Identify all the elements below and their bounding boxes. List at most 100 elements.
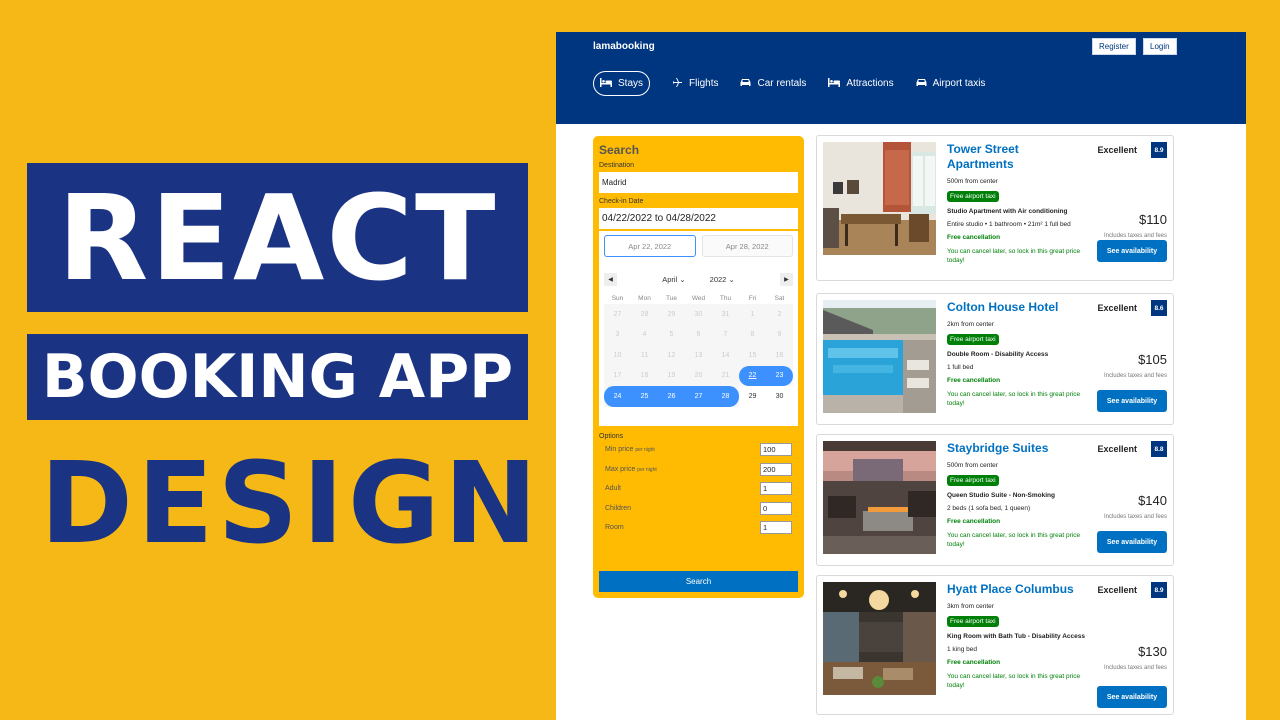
calendar-day[interactable]: 27 — [685, 386, 712, 407]
card-body: Tower Street Apartments 500m from center… — [947, 142, 1087, 265]
calendar-day[interactable]: 28 — [712, 386, 739, 407]
children-input[interactable]: 0 — [760, 501, 792, 515]
room-subtitle: King Room with Bath Tub - Disability Acc… — [947, 633, 1085, 640]
card-body: Staybridge Suites 500m from center Free … — [947, 441, 1087, 549]
calendar-day[interactable]: 28 — [631, 304, 658, 325]
calendar-day[interactable]: 14 — [712, 345, 739, 366]
price: $110 — [1139, 212, 1167, 227]
room-subtitle: Double Room - Disability Access — [947, 351, 1049, 358]
calendar-day[interactable]: 31 — [712, 304, 739, 325]
option-label: Room — [605, 524, 624, 532]
calendar-day[interactable]: 7 — [712, 325, 739, 346]
taxi-badge: Free airport taxi — [947, 616, 999, 627]
rating-score: 8.9 — [1151, 582, 1167, 598]
option-max-price: Max price per night 200 — [599, 460, 798, 480]
register-button[interactable]: Register — [1092, 38, 1136, 55]
see-availability-button[interactable]: See availability — [1097, 686, 1167, 708]
calendar-day[interactable]: 11 — [631, 345, 658, 366]
hotel-photo[interactable] — [823, 142, 936, 255]
range-end-field[interactable]: Apr 28, 2022 — [701, 235, 793, 257]
room-subtitle: Studio Apartment with Air conditioning — [947, 208, 1068, 215]
calendar-day[interactable]: 24 — [604, 386, 631, 407]
calendar-day[interactable]: 30 — [766, 386, 793, 407]
calendar-day[interactable]: 10 — [604, 345, 631, 366]
see-availability-button[interactable]: See availability — [1097, 390, 1167, 412]
calendar-day[interactable]: 29 — [739, 386, 766, 407]
calendar-day[interactable]: 4 — [631, 325, 658, 346]
nav-item-flights[interactable]: Flights — [672, 71, 718, 96]
calendar-day[interactable]: 8 — [739, 325, 766, 346]
calendar-day[interactable]: 6 — [685, 325, 712, 346]
tax-note: Includes taxes and fees — [1103, 373, 1167, 379]
banner-design: DESIGN — [40, 439, 542, 569]
taxi-badge: Free airport taxi — [947, 191, 999, 202]
calendar-day[interactable]: 18 — [631, 366, 658, 387]
checkin-date-input[interactable]: 04/22/2022 to 04/28/2022 — [599, 208, 798, 229]
calendar-day[interactable]: 15 — [739, 345, 766, 366]
rating: Excellent 8.8 — [1097, 441, 1167, 457]
logo[interactable]: lamabooking — [593, 41, 655, 52]
nav-item-stays[interactable]: Stays — [593, 71, 651, 96]
hotel-title[interactable]: Hyatt Place Columbus — [947, 582, 1087, 597]
see-availability-button[interactable]: See availability — [1097, 531, 1167, 553]
see-availability-button[interactable]: See availability — [1097, 240, 1167, 262]
search-title: Search — [599, 143, 640, 157]
calendar-day[interactable]: 2 — [766, 304, 793, 325]
calendar-day[interactable]: 16 — [766, 345, 793, 366]
cancellation-note: You can cancel later, so lock in this gr… — [947, 248, 1081, 264]
max-price-input[interactable]: 200 — [760, 462, 792, 476]
month-select[interactable]: April ⌄ — [662, 275, 685, 284]
calendar-day[interactable]: 23 — [766, 365, 793, 386]
chevron-down-icon: ⌄ — [679, 275, 686, 284]
calendar-day[interactable]: 17 — [604, 366, 631, 387]
option-label: Adult — [605, 485, 621, 493]
hotel-photo[interactable] — [823, 441, 936, 554]
calendar-day[interactable]: 13 — [685, 345, 712, 366]
cancellation-note: You can cancel later, so lock in this gr… — [947, 532, 1081, 548]
calendar-day[interactable]: 20 — [685, 366, 712, 387]
search-button[interactable]: Search — [599, 571, 798, 592]
calendar-day[interactable]: 12 — [658, 345, 685, 366]
rating-text: Excellent — [1097, 444, 1137, 454]
calendar-day[interactable]: 5 — [658, 325, 685, 346]
range-start-field[interactable]: Apr 22, 2022 — [604, 235, 696, 257]
nav-item-car-rentals[interactable]: Car rentals — [740, 71, 806, 96]
calendar-day[interactable]: 29 — [658, 304, 685, 325]
free-cancellation: Free cancellation — [947, 234, 1001, 241]
calendar-day[interactable]: 1 — [739, 304, 766, 325]
tax-note: Includes taxes and fees — [1103, 665, 1167, 671]
taxi-badge: Free airport taxi — [947, 475, 999, 486]
destination-input[interactable]: Madrid — [599, 172, 798, 193]
calendar-day[interactable]: 30 — [685, 304, 712, 325]
calendar-day[interactable]: 3 — [604, 325, 631, 346]
rating: Excellent 8.6 — [1097, 300, 1167, 316]
adult-input[interactable]: 1 — [760, 482, 792, 496]
login-button[interactable]: Login — [1143, 38, 1177, 55]
next-month-button[interactable]: ▶ — [779, 273, 793, 286]
price: $105 — [1138, 352, 1167, 367]
calendar-day[interactable]: 25 — [631, 386, 658, 407]
calendar-day[interactable]: 9 — [766, 325, 793, 346]
hotel-title[interactable]: Colton House Hotel — [947, 300, 1087, 315]
banner-booking-app: BOOKING APP — [27, 334, 528, 420]
price: $130 — [1138, 644, 1167, 659]
calendar-day[interactable]: 27 — [604, 304, 631, 325]
calendar-day[interactable]: 19 — [658, 366, 685, 387]
calendar-day[interactable]: 26 — [658, 386, 685, 407]
prev-month-button[interactable]: ◀ — [604, 273, 617, 286]
hotel-title[interactable]: Tower Street Apartments — [947, 142, 1087, 172]
hotel-distance: 3km from center — [947, 603, 994, 610]
rating-text: Excellent — [1097, 145, 1137, 155]
calendar-day[interactable]: 21 — [712, 366, 739, 387]
min-price-input[interactable]: 100 — [760, 443, 792, 457]
hotel-distance: 2km from center — [947, 321, 994, 328]
hotel-photo[interactable] — [823, 582, 936, 695]
nav-item-attractions[interactable]: Attractions — [828, 71, 894, 96]
hotel-title[interactable]: Staybridge Suites — [947, 441, 1087, 456]
nav-label: Car rentals — [757, 78, 807, 89]
hotel-photo[interactable] — [823, 300, 936, 413]
room-input[interactable]: 1 — [760, 521, 792, 535]
nav-item-airport-taxis[interactable]: Airport taxis — [916, 71, 985, 96]
year-select[interactable]: 2022 ⌄ — [710, 275, 735, 284]
calendar-day[interactable]: 22 — [739, 365, 766, 386]
